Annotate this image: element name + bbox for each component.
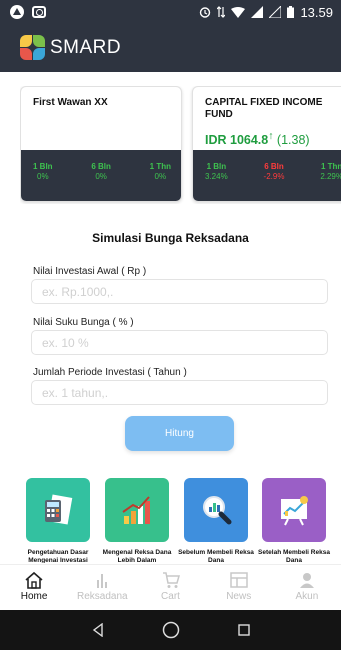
bar-chart-icon	[97, 574, 108, 588]
calculator-document-icon	[45, 494, 73, 525]
performance-1-bln: 1 Bln 0%	[33, 162, 53, 181]
fund-change: (1.38)	[276, 133, 310, 148]
system-navigation-bar	[0, 610, 341, 650]
tile-mutual-fund-deeper[interactable]	[105, 478, 169, 542]
home-circle-icon[interactable]	[162, 621, 180, 639]
investment-period-label: Jumlah Periode Investasi ( Tahun )	[33, 367, 187, 378]
performance-1-thn: 1 Thn 2.29%	[320, 162, 341, 181]
tile-basic-knowledge[interactable]	[26, 478, 90, 542]
fund-card[interactable]: First Wawan XX 1 Bln 0% 6 Bln 0% 1 Thn 0…	[20, 86, 182, 202]
initial-investment-input[interactable]	[31, 279, 328, 304]
initial-investment-label: Nilai Investasi Awal ( Rp )	[33, 266, 147, 277]
nav-akun[interactable]: Akun	[273, 565, 341, 610]
tile-before-buying[interactable]	[184, 478, 248, 542]
signal-empty-icon	[269, 6, 282, 18]
interest-rate-label: Nilai Suku Bunga ( % )	[33, 317, 134, 328]
investment-period-input[interactable]	[31, 380, 328, 405]
nav-home[interactable]: Home	[0, 565, 68, 610]
magnifier-chart-icon	[203, 496, 232, 525]
wifi-icon	[231, 6, 246, 18]
brand-name: SMARD	[50, 37, 122, 58]
tile-caption: Setelah Membeli Reksa Dana	[258, 549, 330, 563]
nav-reksadana[interactable]: Reksadana	[68, 565, 136, 610]
performance-6-bln: 6 Bln -2.9%	[263, 162, 285, 181]
news-icon	[229, 572, 248, 588]
fund-price: IDR 1064.8↑ (1.38)	[205, 131, 310, 148]
trend-up-icon: ↑	[268, 131, 274, 142]
tile-caption: Sebelum Membeli Reksa Dana	[178, 549, 254, 563]
tile-caption: Mengenal Reksa Dana Lebih Dalam	[102, 549, 172, 563]
smard-logo-icon	[20, 35, 46, 61]
home-icon	[25, 571, 43, 589]
battery-icon	[287, 6, 295, 18]
recents-icon[interactable]	[237, 623, 251, 637]
notification-app-icon	[10, 5, 24, 19]
interest-rate-input[interactable]	[31, 330, 328, 355]
performance-6-bln: 6 Bln 0%	[91, 162, 111, 181]
app-header: SMARD	[0, 24, 341, 72]
status-time: 13.59	[300, 4, 333, 20]
fund-name: First Wawan XX	[33, 97, 108, 108]
simulation-title: Simulasi Bunga Reksadana	[92, 231, 249, 245]
fund-performance: 1 Bln 0% 6 Bln 0% 1 Thn 0%	[21, 150, 181, 201]
nav-cart[interactable]: Cart	[136, 565, 204, 610]
growth-chart-icon	[122, 496, 150, 524]
status-bar: 13.59	[0, 0, 341, 24]
alarm-icon	[200, 7, 211, 18]
performance-1-bln: 1 Bln 3.24%	[205, 162, 228, 181]
instagram-notification-icon	[32, 6, 46, 18]
nav-news[interactable]: News	[205, 565, 273, 610]
hitung-button[interactable]: Hitung	[125, 416, 234, 451]
fund-card[interactable]: CAPITAL FIXED INCOME FUND IDR 1064.8↑ (1…	[192, 86, 341, 202]
fund-name: CAPITAL FIXED INCOME FUND	[205, 97, 323, 120]
cart-icon	[162, 572, 180, 588]
bottom-navigation: Home Reksadana Cart News Akun	[0, 564, 341, 610]
presentation-board-icon	[281, 496, 308, 526]
tile-caption: Pengetahuan Dasar Mengenai Investasi	[27, 549, 89, 563]
back-icon[interactable]	[91, 623, 105, 637]
data-transfer-icon	[217, 6, 226, 18]
fund-performance: 1 Bln 3.24% 6 Bln -2.9% 1 Thn 2.29%	[193, 150, 341, 201]
fund-carousel[interactable]: First Wawan XX 1 Bln 0% 6 Bln 0% 1 Thn 0…	[20, 86, 341, 204]
signal-icon	[251, 6, 264, 18]
performance-1-thn: 1 Thn 0%	[149, 162, 171, 181]
user-icon	[299, 573, 314, 588]
tile-after-buying[interactable]	[262, 478, 326, 542]
